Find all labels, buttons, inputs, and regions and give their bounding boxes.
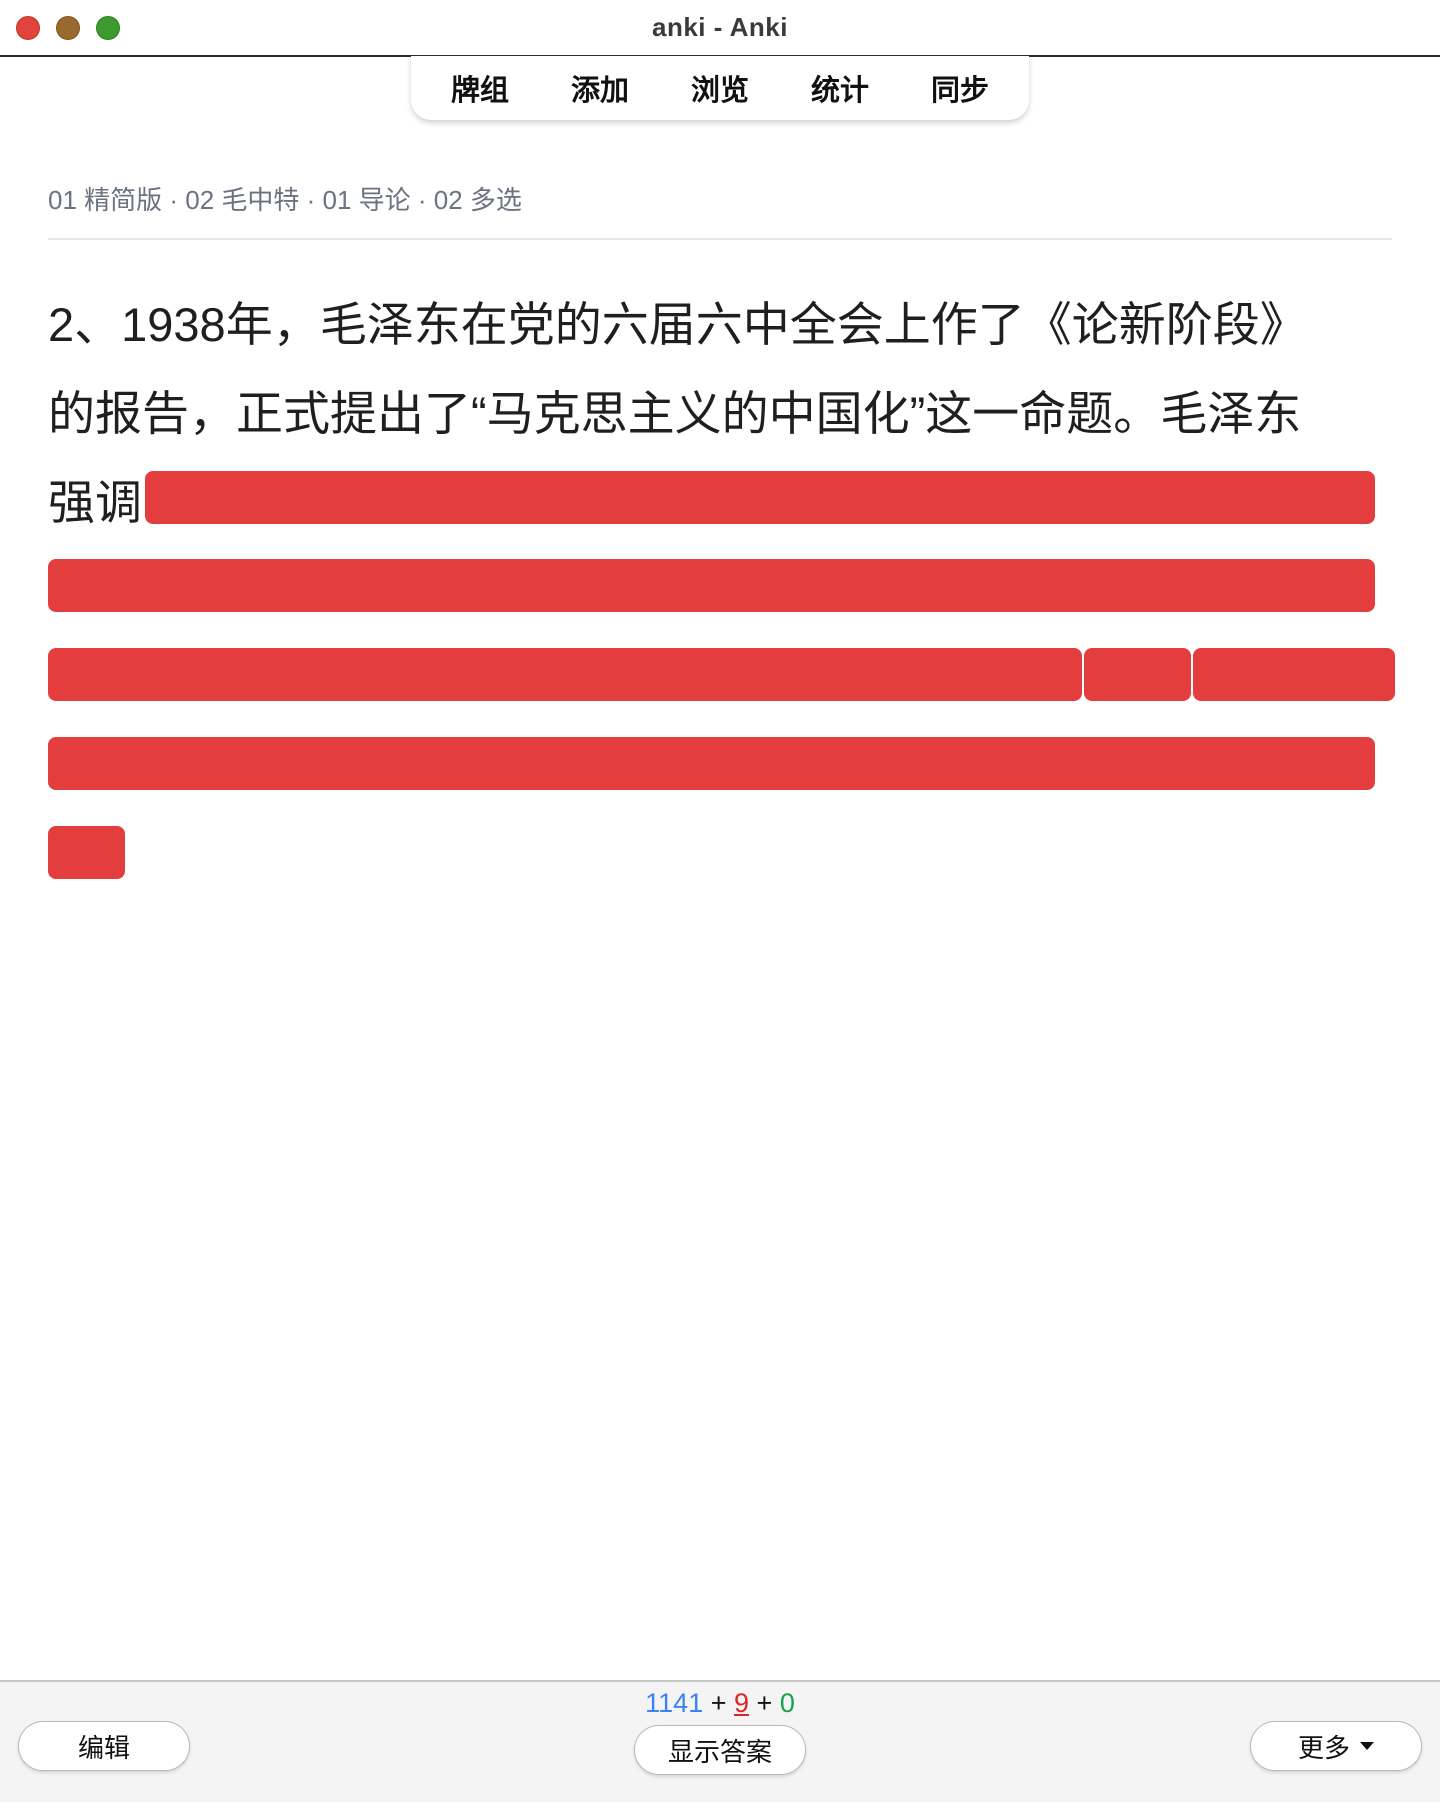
edit-button-label: 编辑 (77, 1732, 130, 1763)
count-separator: + (749, 1688, 780, 1718)
more-button-label: 更多 (1297, 1732, 1350, 1763)
question-line: 2、1938年，毛泽东在党的六届六中全会上作了《论新阶段》 (48, 298, 1307, 351)
nav-decks[interactable]: 牌组 (420, 67, 540, 109)
more-button[interactable]: 更多 (1250, 1721, 1422, 1771)
review-count: 0 (779, 1688, 795, 1718)
cloze-mask[interactable] (48, 648, 1082, 701)
cloze-mask[interactable] (48, 737, 1375, 790)
nav-add[interactable]: 添加 (540, 67, 660, 109)
anki-window: anki - Anki 牌组 添加 浏览 统计 同步 01 精简版 · 02 毛… (0, 0, 1440, 1802)
nav-browse[interactable]: 浏览 (660, 67, 780, 109)
cloze-mask[interactable] (145, 471, 1375, 524)
top-nav: 牌组 添加 浏览 统计 同步 (411, 56, 1029, 120)
divider (48, 238, 1392, 240)
cloze-mask[interactable] (1084, 648, 1191, 701)
nav-stats[interactable]: 统计 (780, 67, 900, 109)
deck-breadcrumb: 01 精简版 · 02 毛中特 · 01 导论 · 02 多选 (48, 185, 522, 215)
edit-button[interactable]: 编辑 (18, 1721, 190, 1771)
window-title: anki - Anki (651, 12, 788, 42)
nav-sync[interactable]: 同步 (900, 67, 1020, 109)
review-counts: 1141 + 9 + 0 (0, 1688, 1440, 1719)
count-separator: + (703, 1688, 734, 1718)
new-count: 1141 (645, 1688, 704, 1718)
show-answer-button[interactable]: 显示答案 (634, 1725, 806, 1775)
chevron-down-icon (1360, 1742, 1374, 1750)
title-bar: anki - Anki (0, 0, 1440, 57)
cloze-mask[interactable] (48, 559, 1375, 612)
cloze-mask[interactable] (1193, 648, 1395, 701)
learn-count: 9 (734, 1688, 750, 1718)
question-line: 的报告，正式提出了“马克思主义的中国化”这一命题。毛泽东 (48, 387, 1302, 440)
cloze-mask[interactable] (48, 826, 125, 879)
show-answer-label: 显示答案 (667, 1736, 772, 1767)
